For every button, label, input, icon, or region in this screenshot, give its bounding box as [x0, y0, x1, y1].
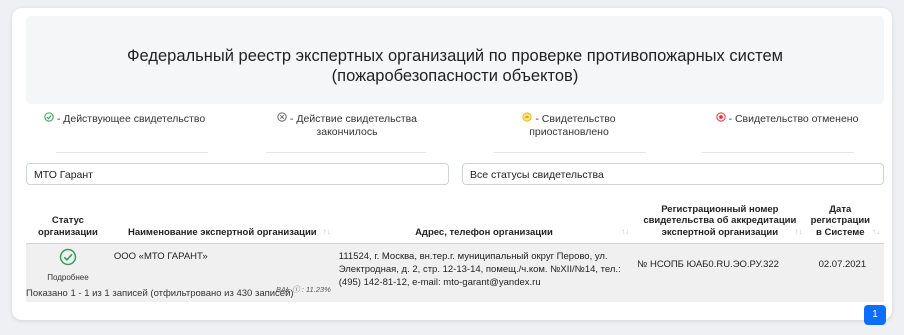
bal-value: : 11.23% [301, 285, 331, 294]
address-cell: 111524, г. Москва, вн.тер.г. муниципальн… [334, 243, 634, 302]
sort-arrows-icon: ↑↓ [794, 226, 803, 236]
column-name[interactable]: Наименование экспертной организации ↑↓ [109, 194, 335, 244]
column-address-label: Адрес, телефон организации [415, 226, 553, 238]
legend-suspended: - Свидетельство приостановлено [484, 112, 654, 146]
stop-circle-icon [715, 112, 726, 126]
legend-revoked-label: - Свидетельство отменено [728, 112, 859, 125]
details-link[interactable]: Подробнее [30, 271, 106, 284]
column-name-label: Наименование экспертной организации [127, 226, 317, 238]
check-circle-icon [30, 248, 106, 270]
legend-divider [56, 152, 208, 153]
legend-revoked: - Свидетельство отменено [712, 112, 862, 146]
check-circle-icon [44, 112, 54, 126]
legend-active: - Действующее свидетельство [42, 112, 207, 146]
pause-circle-icon [522, 112, 532, 126]
column-date-label: Дата регистрации в Системе [810, 203, 871, 238]
legend-suspended-label: - Свидетельство приостановлено [529, 112, 616, 138]
date-cell: 02.07.2021 [806, 243, 884, 302]
legend-divider [266, 152, 426, 153]
organizations-table: Статус организации Наименование экспертн… [26, 194, 884, 302]
page-title-line2: (пожаробезопасности объектов) [331, 67, 579, 85]
page-title-line1: Федеральный реестр экспертных организаци… [127, 47, 783, 65]
reg-number-cell: № НСОПБ ЮАБ0.RU.ЭО.РУ.322 [633, 243, 807, 302]
legend-divider [702, 152, 854, 153]
page-title: Федеральный реестр экспертных организаци… [26, 46, 884, 86]
column-reg-number-label: Регистрационный номер свидетельства об а… [643, 203, 797, 238]
table-header-row: Статус организации Наименование экспертн… [26, 194, 884, 244]
sort-arrows-icon: ↑↓ [872, 226, 880, 236]
organization-search-input[interactable]: МТО Гарант [26, 163, 449, 185]
column-date[interactable]: Дата регистрации в Системе ↑↓ [806, 194, 884, 244]
page-button-1[interactable]: 1 [864, 305, 886, 325]
page-header: Федеральный реестр экспертных организаци… [26, 16, 884, 104]
legend-divider [494, 152, 646, 153]
column-address[interactable]: Адрес, телефон организации ↑↓ [334, 194, 634, 244]
column-status-label: Статус организации [38, 215, 98, 238]
table-info: Показано 1 - 1 из 1 записей (отфильтрова… [26, 288, 294, 299]
legend-active-label: - Действующее свидетельство [56, 112, 206, 125]
x-circle-icon [277, 112, 287, 126]
registry-card: Федеральный реестр экспертных организаци… [12, 8, 892, 325]
legend-expired-label: - Действие свидетельства закончилось [290, 112, 417, 138]
sort-arrows-icon: ↑↓ [621, 226, 630, 236]
status-filter-select[interactable]: Все статусы свидетельства [462, 163, 884, 185]
column-status[interactable]: Статус организации [26, 194, 110, 244]
column-reg-number[interactable]: Регистрационный номер свидетельства об а… [633, 194, 807, 244]
sort-arrows-icon: ↑↓ [322, 226, 331, 236]
organization-name: ООО «МТО ГАРАНТ» [113, 251, 208, 262]
legend-expired: - Действие свидетельства закончилось [272, 112, 422, 146]
